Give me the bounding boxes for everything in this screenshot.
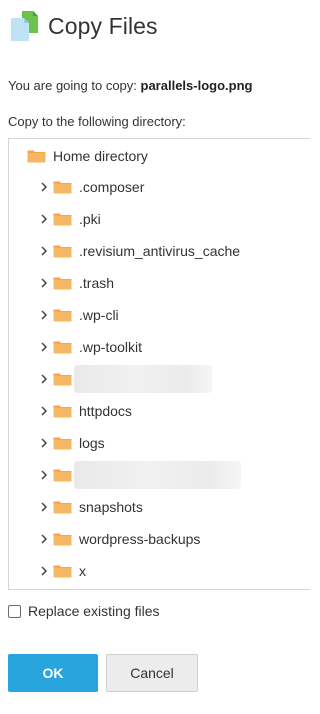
- dialog-header: Copy Files: [8, 8, 158, 44]
- folder-icon: [53, 565, 72, 578]
- folder-icon: [27, 150, 46, 163]
- chevron-right-icon[interactable]: [39, 213, 49, 225]
- folder-icon: [53, 341, 72, 354]
- folder-icon: [53, 309, 72, 322]
- tree-folder-label: .wp-toolkit: [79, 339, 143, 355]
- ok-button[interactable]: OK: [8, 654, 98, 692]
- copy-info: You are going to copy: parallels-logo.pn…: [8, 78, 252, 93]
- copy-info-prefix: You are going to copy:: [8, 78, 141, 93]
- chevron-right-icon[interactable]: [39, 565, 49, 577]
- tree-folder-row[interactable]: .pki: [39, 208, 101, 230]
- folder-icon: [53, 181, 72, 194]
- folder-icon: [53, 277, 72, 290]
- folder-icon: [53, 501, 72, 514]
- tree-folder-label: .revisium_antivirus_cache: [79, 243, 241, 259]
- copy-filename: parallels-logo.png: [140, 78, 253, 93]
- replace-existing-checkbox[interactable]: [8, 604, 21, 618]
- chevron-right-icon[interactable]: [39, 373, 49, 385]
- tree-folder-row[interactable]: [39, 365, 212, 393]
- tree-folder-row[interactable]: logs: [39, 432, 105, 454]
- folder-icon: [53, 245, 72, 258]
- tree-folder-row[interactable]: [39, 461, 241, 489]
- tree-folder-row[interactable]: .trash: [39, 272, 114, 294]
- replace-existing-label: Replace existing files: [28, 603, 160, 619]
- chevron-right-icon[interactable]: [39, 245, 49, 257]
- folder-icon: [53, 437, 72, 450]
- tree-folder-label: .wp-cli: [79, 307, 119, 323]
- tree-folder-label: .trash: [79, 275, 115, 291]
- folder-icon: [53, 533, 72, 546]
- redacted-folder-name: [74, 461, 241, 489]
- tree-folder-label: wordpress-backups: [79, 531, 201, 547]
- chevron-right-icon[interactable]: [39, 341, 49, 353]
- chevron-right-icon[interactable]: [39, 533, 49, 545]
- cancel-button[interactable]: Cancel: [106, 654, 198, 692]
- directory-label: Copy to the following directory:: [8, 114, 186, 129]
- redacted-folder-name: [74, 365, 212, 393]
- tree-folder-row[interactable]: .wp-cli: [39, 304, 119, 326]
- folder-icon: [53, 405, 72, 418]
- directory-tree: Home directory .composer .pki .revisium_an…: [8, 138, 310, 590]
- tree-root-home-directory[interactable]: Home directory: [27, 147, 148, 165]
- tree-folder-row[interactable]: httpdocs: [39, 400, 132, 422]
- tree-folder-row[interactable]: .revisium_antivirus_cache: [39, 240, 240, 262]
- copy-files-icon: [8, 9, 40, 43]
- tree-folder-label: .pki: [79, 211, 101, 227]
- chevron-right-icon[interactable]: [39, 501, 49, 513]
- tree-root-label: Home directory: [53, 148, 148, 164]
- tree-folder-label: x: [79, 563, 86, 579]
- chevron-right-icon[interactable]: [39, 437, 49, 449]
- chevron-right-icon[interactable]: [39, 277, 49, 289]
- folder-icon: [53, 213, 72, 226]
- tree-folder-row[interactable]: x: [39, 560, 86, 582]
- chevron-right-icon[interactable]: [39, 309, 49, 321]
- tree-folder-row[interactable]: .composer: [39, 176, 144, 198]
- tree-folder-label: .composer: [79, 179, 145, 195]
- tree-folder-label: httpdocs: [79, 403, 132, 419]
- chevron-right-icon[interactable]: [39, 469, 49, 481]
- chevron-right-icon[interactable]: [39, 181, 49, 193]
- tree-folder-label: snapshots: [79, 499, 143, 515]
- dialog-title: Copy Files: [48, 12, 158, 39]
- tree-folder-label: logs: [79, 435, 105, 451]
- chevron-right-icon[interactable]: [39, 405, 49, 417]
- tree-folder-row[interactable]: wordpress-backups: [39, 528, 200, 550]
- tree-folder-row[interactable]: .wp-toolkit: [39, 336, 142, 358]
- folder-icon: [53, 469, 72, 482]
- folder-icon: [53, 373, 72, 386]
- replace-existing-option[interactable]: Replace existing files: [8, 603, 160, 619]
- tree-folder-row[interactable]: snapshots: [39, 496, 143, 518]
